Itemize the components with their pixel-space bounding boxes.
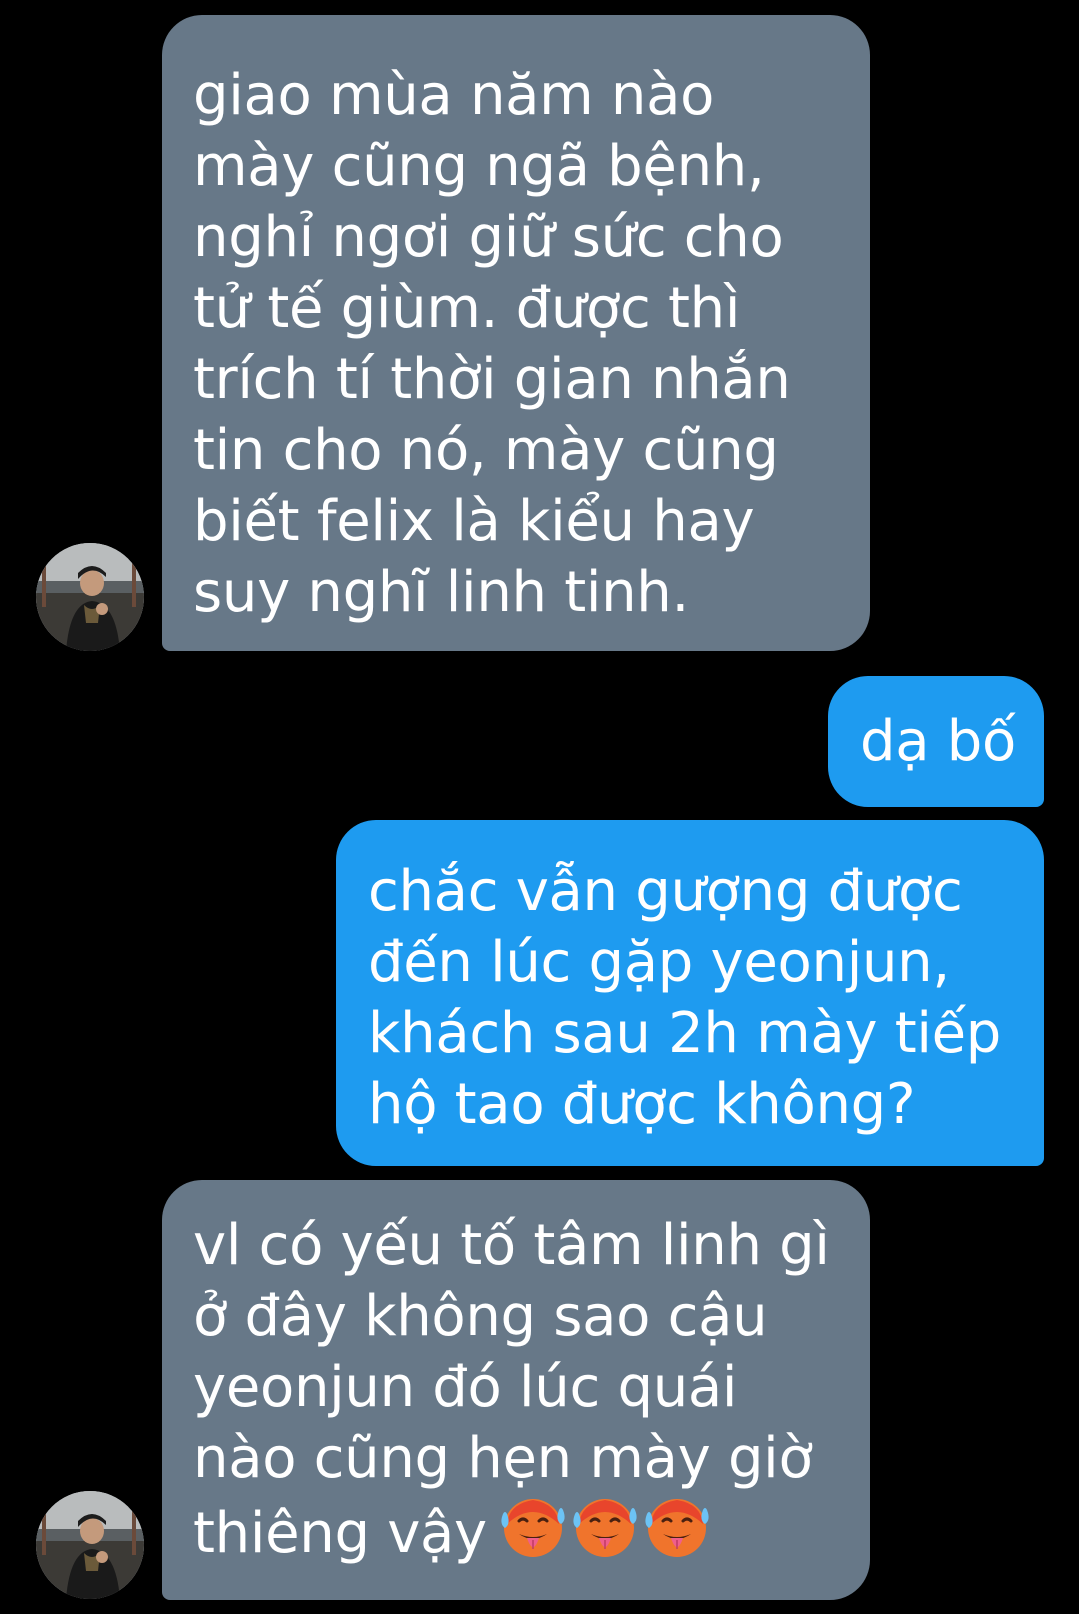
message-text-line: khách sau 2h mày tiếp (368, 1001, 1002, 1066)
message-text-line: vl có yếu tố tâm linh gì (193, 1213, 830, 1278)
message-text-line: mày cũng ngã bệnh, (193, 134, 765, 199)
message-text-line: tử tế giùm. được thì (193, 276, 741, 341)
message-text-line: nào cũng hẹn mày giờ (193, 1426, 813, 1491)
message-text-line: đến lúc gặp yeonjun, (368, 930, 950, 995)
outgoing-message-bubble[interactable]: dạ bố (828, 676, 1044, 807)
emoji-group (499, 1494, 715, 1577)
incoming-message-bubble[interactable]: vl có yếu tố tâm linh gì ở đây không sao… (162, 1180, 870, 1600)
outgoing-message-bubble[interactable]: chắc vẫn gượng được đến lúc gặp yeonjun,… (336, 820, 1044, 1166)
hot-face-emoji (499, 1494, 569, 1560)
contact-avatar[interactable] (36, 543, 144, 651)
hot-face-emoji (643, 1494, 713, 1560)
message-text-line: giao mùa năm nào (193, 63, 715, 128)
contact-avatar[interactable] (36, 1491, 144, 1599)
message-text-line: chắc vẫn gượng được (368, 859, 963, 924)
message-text-line: dạ bố (860, 709, 1016, 774)
message-text-line: suy nghĩ linh tinh. (193, 560, 690, 625)
message-text-line: ở đây không sao cậu (193, 1284, 768, 1349)
message-text-line: hộ tao được không? (368, 1072, 916, 1137)
hot-face-emoji (571, 1494, 641, 1560)
avatar-photo (36, 543, 144, 651)
message-text-line: biết felix là kiểu hay (193, 489, 755, 554)
message-last-line: thiêng vậy (193, 1494, 850, 1577)
message-text-line: yeonjun đó lúc quái (193, 1355, 738, 1420)
avatar-photo (36, 1491, 144, 1599)
message-text-line: tin cho nó, mày cũng (193, 418, 779, 483)
message-text-line: nghỉ ngơi giữ sức cho (193, 205, 784, 270)
message-text-line: thiêng vậy (193, 1501, 487, 1566)
message-text-line: trích tí thời gian nhắn (193, 347, 791, 412)
incoming-message-bubble[interactable]: giao mùa năm nào mày cũng ngã bệnh, nghỉ… (162, 15, 870, 651)
